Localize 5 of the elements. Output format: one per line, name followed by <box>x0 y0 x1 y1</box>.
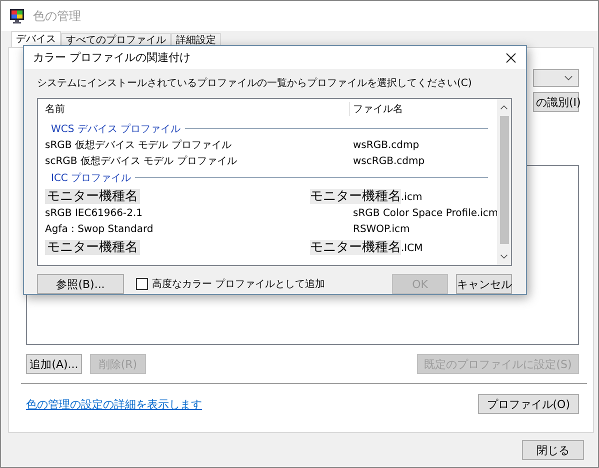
group-header: ICC プロファイル <box>51 172 132 184</box>
window-title: 色の管理 <box>33 8 81 24</box>
group-header: WCS デバイス プロファイル <box>51 122 181 136</box>
dialog-title: カラー プロファイルの関連付け <box>33 50 190 65</box>
instruction-text: システムにインストールされているプロファイルの一覧からプロファイルを選択してください(C) <box>37 77 473 91</box>
